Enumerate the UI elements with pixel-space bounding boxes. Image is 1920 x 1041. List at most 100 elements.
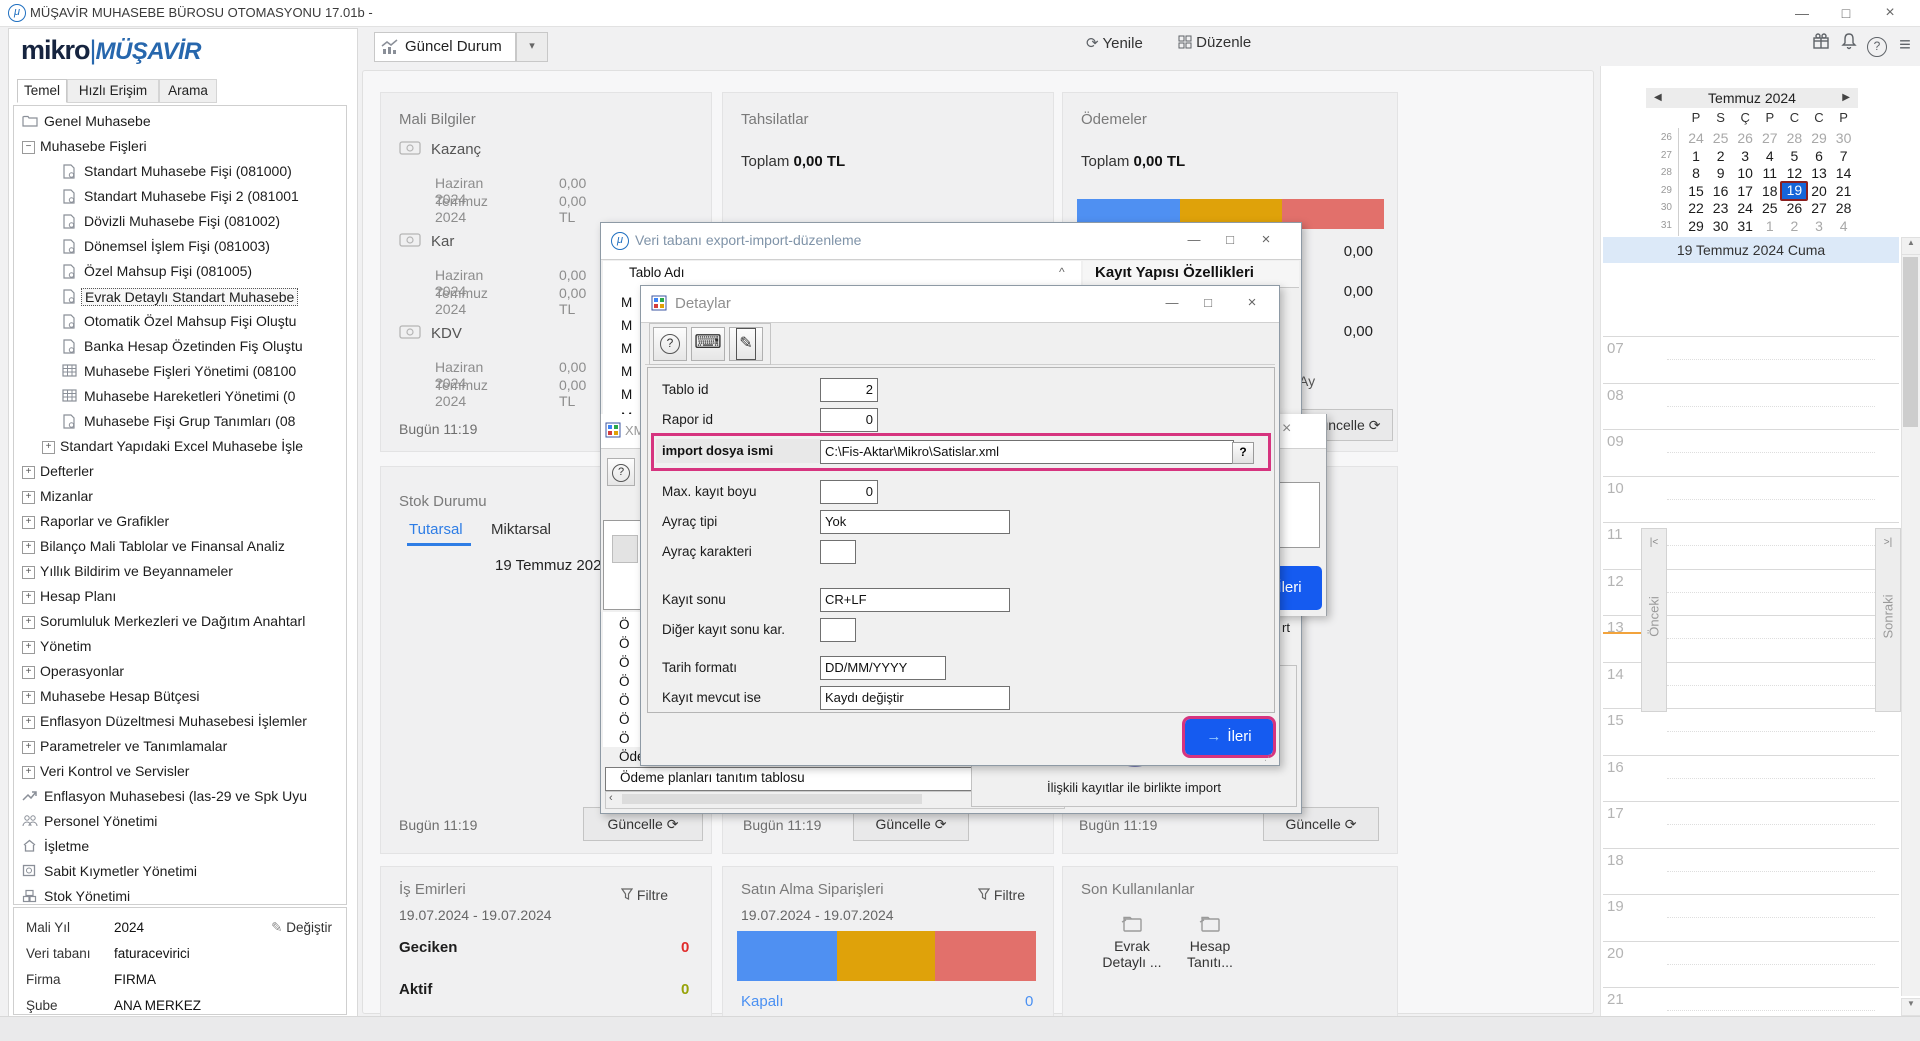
tree-item[interactable]: Standart Muhasebe Fişi 2 (081001 [14, 185, 346, 210]
tree-item[interactable]: −Muhasebe Fişleri [14, 135, 346, 160]
field-input[interactable] [820, 618, 856, 642]
tree-item[interactable]: +Hesap Planı [14, 585, 346, 610]
table-row-fragment[interactable]: M [621, 364, 632, 379]
calendar-day[interactable]: 17 [1733, 183, 1757, 199]
tree-item[interactable]: Enflasyon Muhasebesi (las-29 ve Spk Uyu [14, 785, 346, 810]
field-input[interactable]: 0 [820, 408, 878, 432]
field-input[interactable]: Yok [820, 510, 1010, 534]
table-row-fragment[interactable]: Ö [619, 617, 630, 632]
tree-item[interactable]: +Mizanlar [14, 485, 346, 510]
calendar-day[interactable]: 28 [1832, 200, 1856, 216]
filter-button[interactable]: Filtre [621, 887, 668, 903]
table-row-fragment[interactable]: M [621, 341, 632, 356]
calendar-day[interactable]: 26 [1733, 130, 1757, 146]
calendar-day[interactable]: 13 [1807, 165, 1831, 181]
calendar-day[interactable]: 19 [1780, 181, 1808, 201]
tree-expand-icon[interactable]: − [22, 141, 35, 154]
field-input[interactable]: Kaydı değiştir [820, 686, 1010, 710]
edit-button[interactable]: ✎ [729, 327, 763, 361]
maximize-icon[interactable]: □ [1215, 229, 1245, 251]
table-row-fragment[interactable]: Ö [619, 674, 630, 689]
tree-item[interactable]: +Operasyonlar [14, 660, 346, 685]
calendar-day[interactable]: 15 [1684, 183, 1708, 199]
field-input[interactable]: 2 [820, 378, 878, 402]
calendar-day[interactable]: 20 [1807, 183, 1831, 199]
ileri-button[interactable]: →İleri [1185, 719, 1273, 755]
close-icon[interactable]: × [1870, 2, 1910, 24]
field-input[interactable]: CR+LF [820, 588, 1010, 612]
calendar-day[interactable]: 30 [1709, 218, 1733, 234]
refresh-button[interactable]: ⟳ Yenile [1086, 34, 1143, 60]
bell-icon[interactable] [1836, 32, 1862, 58]
tree-expand-icon[interactable]: + [22, 491, 35, 504]
gift-icon[interactable] [1808, 32, 1834, 58]
tab-tutarsal[interactable]: Tutarsal [409, 521, 463, 538]
tree-item[interactable]: Muhasebe Fişi Grup Tanımları (08 [14, 410, 346, 435]
import-file-input[interactable]: C:\Fis-Aktar\Mikro\Satislar.xml [820, 440, 1234, 464]
tree-item[interactable]: +Sorumluluk Merkezleri ve Dağıtım Anahta… [14, 610, 346, 635]
tab-temel[interactable]: Temel [17, 79, 67, 103]
tree-item[interactable]: İşletme [14, 835, 346, 860]
tree-item[interactable]: Standart Muhasebe Fişi (081000) [14, 160, 346, 185]
view-selector[interactable]: Güncel Durum [374, 32, 516, 62]
help-button[interactable]: ? [607, 458, 635, 486]
calendar-day[interactable]: 25 [1758, 200, 1782, 216]
tree-expand-icon[interactable]: + [22, 766, 35, 779]
tree-item[interactable]: +Bilanço Mali Tablolar ve Finansal Anali… [14, 535, 346, 560]
calendar-day[interactable]: 11 [1758, 165, 1782, 181]
tree-item[interactable]: +Yönetim [14, 635, 346, 660]
field-input[interactable]: 0 [820, 480, 878, 504]
tree-item[interactable]: Dövizli Muhasebe Fişi (081002) [14, 210, 346, 235]
tree-expand-icon[interactable]: + [22, 591, 35, 604]
next-appointment-strip[interactable]: >| Sonraki [1875, 528, 1901, 712]
view-selector-dropdown[interactable]: ▾ [516, 32, 548, 62]
tree-item[interactable]: Özel Mahsup Fişi (081005) [14, 260, 346, 285]
tree-item[interactable]: +Muhasebe Hesap Bütçesi [14, 685, 346, 710]
change-fiscal-year-button[interactable]: ✎ Değiştir [271, 920, 332, 936]
tree-expand-icon[interactable]: + [22, 691, 35, 704]
tree-item[interactable]: Evrak Detaylı Standart Muhasebe [14, 285, 346, 310]
tree-expand-icon[interactable]: + [42, 441, 55, 454]
calendar-day[interactable]: 23 [1709, 200, 1733, 216]
calendar-day[interactable]: 22 [1684, 200, 1708, 216]
tree-item[interactable]: Stok Yönetimi [14, 885, 346, 905]
table-row-fragment[interactable]: Ö [619, 655, 630, 670]
tree-item[interactable]: Sabit Kıymetler Yönetimi [14, 860, 346, 885]
calendar-day[interactable]: 14 [1832, 165, 1856, 181]
calendar-day[interactable]: 31 [1733, 218, 1757, 234]
calendar-day[interactable]: 29 [1807, 130, 1831, 146]
tree-item[interactable]: Dönemsel İşlem Fişi (081003) [14, 235, 346, 260]
scroll-up-icon[interactable]: ▲ [1901, 237, 1920, 255]
menu-icon[interactable]: ≡ [1892, 32, 1918, 58]
scrollbar-thumb[interactable] [1903, 257, 1918, 427]
field-input[interactable] [820, 540, 856, 564]
calendar-day[interactable]: 27 [1807, 200, 1831, 216]
next-month-icon[interactable]: ▶ [1842, 88, 1850, 108]
calendar-day[interactable]: 8 [1684, 165, 1708, 181]
calendar-day[interactable]: 27 [1758, 130, 1782, 146]
minimize-icon[interactable]: — [1782, 2, 1822, 24]
calendar-day[interactable]: 16 [1709, 183, 1733, 199]
tree-item[interactable]: +Standart Yapıdaki Excel Muhasebe İşle [14, 435, 346, 460]
tree-item[interactable]: +Yıllık Bildirim ve Beyannameler [14, 560, 346, 585]
scroll-left-icon[interactable]: ‹ [609, 792, 613, 804]
tree-item[interactable]: +Enflasyon Düzeltmesi Muhasebesi İşlemle… [14, 710, 346, 735]
dialog-titlebar[interactable]: μ Veri tabanı export-import-düzenleme — … [601, 223, 1301, 260]
tree-item[interactable]: +Veri Kontrol ve Servisler [14, 760, 346, 785]
calendar-day[interactable]: 2 [1709, 148, 1733, 164]
table-row-fragment[interactable]: Ö [619, 731, 630, 746]
keyboard-button[interactable]: ⌨ [691, 327, 725, 361]
scrollbar-thumb[interactable] [622, 794, 922, 804]
minimize-icon[interactable]: — [1179, 229, 1209, 251]
tree-expand-icon[interactable]: + [22, 741, 35, 754]
field-help-button[interactable]: ? [1232, 442, 1254, 464]
calendar-day[interactable]: 1 [1758, 218, 1782, 234]
jump-next-icon[interactable]: >| [1876, 537, 1900, 548]
calendar-day[interactable]: 1 [1684, 148, 1708, 164]
jump-prev-icon[interactable]: |< [1642, 537, 1666, 548]
scroll-down-icon[interactable]: ▼ [1901, 998, 1920, 1016]
tree-expand-icon[interactable]: + [22, 666, 35, 679]
table-row-fragment[interactable]: Ö [619, 636, 630, 651]
dialog-titlebar[interactable]: Detaylar — □ × [641, 286, 1279, 323]
filter-button[interactable]: Filtre [978, 887, 1025, 903]
